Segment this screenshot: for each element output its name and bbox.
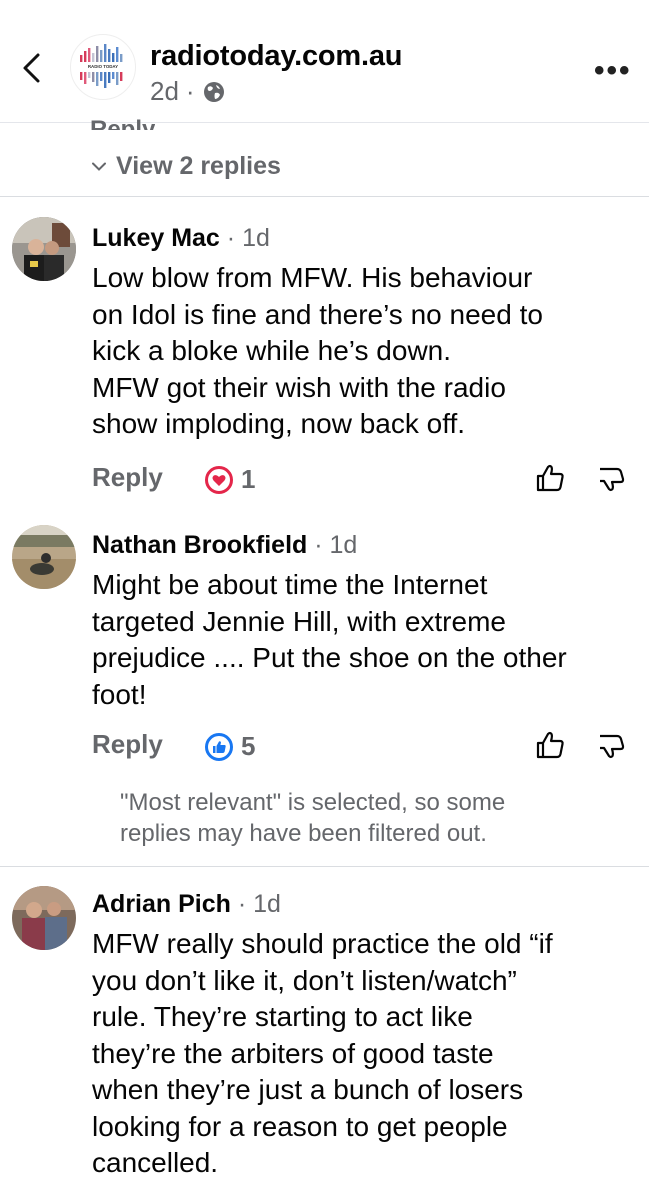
comment-actions: Reply 1 — [92, 462, 637, 496]
globe-icon — [203, 81, 224, 102]
notice-line: replies may have been filtered out. — [120, 820, 487, 847]
comment-author-line: Lukey Mac · 1d — [92, 224, 270, 253]
avatar[interactable] — [12, 886, 76, 950]
avatar-image — [12, 525, 76, 589]
comment-time[interactable]: 1d — [242, 224, 270, 252]
time-separator: · — [219, 224, 243, 252]
comment-author[interactable]: Lukey Mac — [92, 224, 220, 252]
chevron-down-icon — [92, 162, 106, 171]
comment-line: looking for a reason to get people — [92, 1110, 508, 1142]
avatar[interactable] — [12, 217, 76, 281]
reaction-summary[interactable]: 1 — [204, 464, 255, 495]
avatar[interactable] — [12, 525, 76, 589]
thumbs-down-icon[interactable] — [595, 464, 627, 496]
comment-text: MFW really should practice the old “if y… — [92, 926, 640, 1182]
avatar-image — [12, 886, 76, 950]
thumbs-down-icon[interactable] — [595, 731, 627, 763]
comment-line: when they’re just a bunch of losers — [92, 1074, 524, 1105]
logo-text: RADIO TODAY — [88, 64, 118, 69]
comment-text: Might be about time the Internet targete… — [92, 567, 640, 713]
comment-author-line: Adrian Pich · 1d — [92, 890, 281, 919]
post-timestamp[interactable]: 2d — [150, 76, 179, 107]
heart-outline-icon — [205, 465, 233, 494]
meta-separator: · — [185, 76, 195, 106]
comment-line: prejudice .... Put the shoe on the other — [92, 642, 567, 673]
filter-notice: "Most relevant" is selected, so some rep… — [120, 787, 620, 849]
comment-actions: Reply 5 — [92, 729, 637, 763]
comment-line: Low blow from MFW. His behaviour — [92, 262, 533, 293]
view-replies-link[interactable]: View 2 replies — [92, 152, 281, 181]
partial-reply-label[interactable]: Reply — [90, 116, 155, 130]
page-logo[interactable]: RADIO TODAY — [70, 34, 136, 100]
comment-text: Low blow from MFW. His behaviour on Idol… — [92, 260, 640, 443]
like-reaction-icon — [205, 732, 233, 761]
avatar-image — [12, 217, 76, 281]
comment-line: MFW really should practice the old “if — [92, 928, 553, 959]
radio-today-logo: RADIO TODAY — [80, 44, 123, 88]
reaction-count: 1 — [241, 464, 256, 494]
thumbs-up-icon[interactable] — [534, 729, 566, 761]
reply-button[interactable]: Reply — [92, 729, 163, 760]
comment-line: MFW got their wish with the radio — [92, 371, 506, 403]
comment-line: cancelled. — [92, 1147, 219, 1178]
time-separator: · — [230, 890, 254, 918]
comment-line: targeted Jennie Hill, with extreme — [92, 605, 506, 637]
divider — [0, 196, 649, 197]
comment-author-line: Nathan Brookfield · 1d — [92, 531, 357, 560]
comment-line: foot! — [92, 678, 147, 710]
reaction-summary[interactable]: 5 — [204, 731, 255, 762]
comment-line: kick a bloke while he’s down. — [92, 335, 452, 366]
thumbs-up-icon[interactable] — [534, 462, 566, 494]
comment-line: rule. They’re starting to act like — [92, 1001, 473, 1032]
view-replies-label: View 2 replies — [116, 152, 281, 180]
post-header: RADIO TODAY radiotoday.com.au 2d · ••• — [0, 0, 649, 123]
reaction-count: 5 — [241, 731, 256, 761]
comment-time[interactable]: 1d — [253, 890, 281, 918]
comment-line: you don’t like it, don’t listen/watch” — [92, 964, 517, 996]
comment-line: Might be about time the Internet — [92, 569, 488, 600]
comment-author[interactable]: Adrian Pich — [92, 890, 231, 918]
more-options-button[interactable]: ••• — [594, 54, 632, 88]
reply-button[interactable]: Reply — [92, 462, 163, 493]
post-meta: 2d · — [150, 76, 226, 107]
time-separator: · — [307, 531, 330, 559]
comment-author[interactable]: Nathan Brookfield — [92, 531, 307, 559]
comment-line: show imploding, now back off. — [92, 408, 466, 439]
notice-line: "Most relevant" is selected, so some — [120, 789, 506, 816]
page-name[interactable]: radiotoday.com.au — [150, 40, 402, 73]
comment-line: they’re the arbiters of good taste — [92, 1037, 494, 1069]
back-button[interactable] — [14, 50, 50, 86]
comment-line: on Idol is fine and there’s no need to — [92, 298, 543, 330]
comment-time[interactable]: 1d — [330, 531, 358, 559]
chevron-left-icon — [23, 53, 40, 83]
divider — [0, 866, 649, 867]
